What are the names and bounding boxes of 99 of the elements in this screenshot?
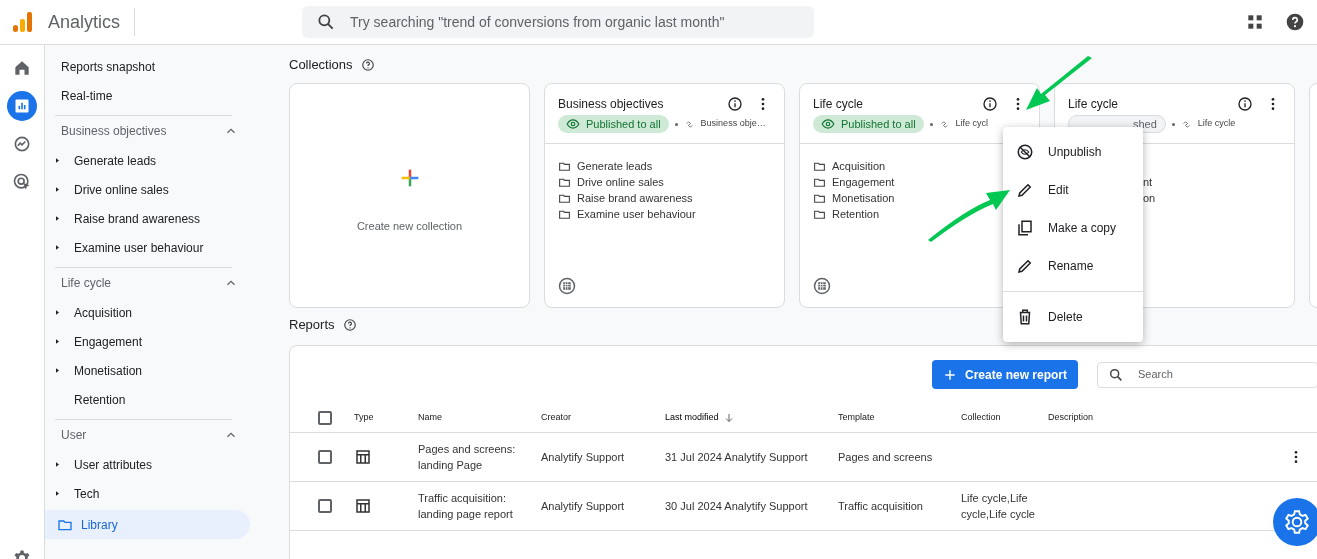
collection-link[interactable]: Life cycle	[1197, 117, 1236, 131]
search-field[interactable]: Search	[1138, 366, 1307, 383]
collection-item: Generate leads	[577, 158, 653, 174]
create-report-button[interactable]: Create new report	[931, 360, 1078, 389]
target-cursor-icon	[12, 172, 32, 192]
collection-item: Acquisition	[832, 158, 886, 174]
section-title: Collections	[289, 56, 353, 75]
column-header[interactable]: Description	[1048, 410, 1288, 425]
caret-right-icon[interactable]	[53, 243, 62, 252]
search-bar[interactable]: Search	[1097, 361, 1317, 388]
table-cell-text: Traffic acquisition	[838, 499, 924, 514]
info-icon[interactable]	[1237, 96, 1253, 112]
caret-right-icon[interactable]	[53, 460, 62, 469]
nav-item[interactable]: User attributes	[74, 455, 153, 474]
collection-link[interactable]: Life cycl	[955, 117, 989, 131]
collection-item: Retention	[832, 206, 880, 222]
caret-right-icon[interactable]	[53, 308, 62, 317]
trend-chart-icon	[12, 134, 32, 154]
section-title: Reports	[289, 316, 335, 335]
help-icon[interactable]	[360, 58, 375, 72]
help-icon[interactable]	[1285, 12, 1305, 32]
nav-button[interactable]	[7, 91, 37, 121]
nav-item[interactable]: Acquisition	[74, 303, 133, 322]
collection-card[interactable]: Business objectives Published to all Business obje… Generate leads Drive online sales Raise brand awareness Examine user behaviour	[544, 83, 785, 308]
app-title: Analytics	[48, 10, 121, 34]
collection-item: Engagement	[832, 174, 895, 190]
table-cell-text: Pages and screens	[838, 450, 934, 465]
report-name[interactable]: Pages and screens: landing Page	[418, 441, 541, 473]
nav-item[interactable]: Tech	[74, 484, 100, 503]
column-header[interactable]: Creator	[541, 410, 665, 425]
info-icon[interactable]	[727, 96, 743, 112]
nav-item[interactable]: Monetisation	[74, 361, 143, 380]
section-heading: Business objectives	[61, 123, 167, 140]
collection-item: nt	[1143, 174, 1153, 190]
table-cell-text: 30 Jul 2024 Analytify Support	[665, 499, 809, 514]
status-badge: Published to all	[813, 115, 924, 133]
plus-icon	[942, 367, 957, 382]
collection-item: on	[1143, 190, 1156, 206]
table-cell-text: Life cycle,Life cycle,Life cycle	[961, 491, 1036, 522]
gear-sparkle-icon	[1284, 509, 1310, 535]
nav-item[interactable]: Retention	[74, 390, 126, 409]
card-title: Life cycle	[1068, 96, 1120, 113]
section-heading: Life cycle	[61, 275, 112, 292]
nav-item[interactable]: Examine user behaviour	[74, 238, 204, 257]
globe-icon	[813, 277, 831, 295]
checkbox[interactable]	[318, 499, 332, 513]
copy-icon	[1016, 219, 1034, 237]
nav-item[interactable]: Engagement	[74, 332, 143, 351]
checkbox[interactable]	[318, 410, 332, 425]
column-header[interactable]: Type	[354, 410, 418, 425]
column-header[interactable]: Last modified	[665, 410, 838, 425]
nav-item[interactable]: Real-time	[45, 81, 260, 110]
table-cell-text: Analytify Support	[541, 499, 626, 514]
card-title: Business objectives	[558, 96, 665, 113]
collection-item: Raise brand awareness	[577, 190, 693, 206]
column-header[interactable]: Collection	[961, 410, 1048, 425]
apps-grid-icon[interactable]	[1245, 12, 1265, 32]
eye-icon	[566, 117, 580, 131]
annotation-arrow	[1026, 56, 1092, 110]
create-collection-card[interactable]: Create new collection	[289, 83, 530, 308]
nav-item[interactable]: Drive online sales	[74, 180, 169, 199]
caret-right-icon[interactable]	[53, 156, 62, 165]
caret-right-icon[interactable]	[53, 214, 62, 223]
table-icon	[354, 448, 372, 466]
unpublish-icon	[1016, 143, 1034, 161]
help-icon[interactable]	[342, 318, 357, 332]
column-header[interactable]: Template	[838, 410, 961, 425]
nav-item[interactable]: Generate leads	[74, 151, 157, 170]
collection-item: Monetisation	[832, 190, 895, 206]
status-badge: Published to all	[558, 115, 669, 133]
analytics-logo-icon	[10, 10, 34, 34]
caret-right-icon[interactable]	[53, 337, 62, 346]
column-header[interactable]: Name	[418, 410, 541, 425]
card-label: Create new collection	[356, 219, 463, 235]
collection-item: Examine user behaviour	[577, 206, 696, 222]
search-field[interactable]: Try searching "trend of conversions from organic last month"	[350, 11, 801, 33]
pencil-icon	[1016, 181, 1034, 199]
report-name[interactable]: Traffic acquisition: landing page report	[418, 490, 541, 522]
caret-right-icon[interactable]	[53, 185, 62, 194]
library-nav-item[interactable]: Library	[45, 510, 250, 539]
table-cell-text: 31 Jul 2024 Analytify Support	[665, 450, 809, 465]
search-icon	[1108, 366, 1124, 383]
card-title: Life cycle	[813, 96, 865, 113]
collection-item: Drive online sales	[577, 174, 664, 190]
nav-item[interactable]: Raise brand awareness	[74, 209, 201, 228]
collection-link[interactable]: Business obje…	[700, 117, 766, 131]
section-heading: User	[61, 427, 87, 444]
globe-icon	[558, 277, 576, 295]
eye-icon	[821, 117, 835, 131]
nav-item[interactable]: Reports snapshot	[45, 52, 260, 81]
search-bar[interactable]: Try searching "trend of conversions from organic last month"	[302, 6, 815, 38]
caret-right-icon[interactable]	[53, 489, 62, 498]
caret-right-icon[interactable]	[53, 366, 62, 375]
table-cell-text: Analytify Support	[541, 450, 626, 465]
plus-icon	[399, 168, 420, 189]
checkbox[interactable]	[318, 450, 332, 464]
pencil-icon	[1016, 257, 1034, 275]
table-icon	[354, 497, 372, 515]
info-icon[interactable]	[982, 96, 998, 112]
